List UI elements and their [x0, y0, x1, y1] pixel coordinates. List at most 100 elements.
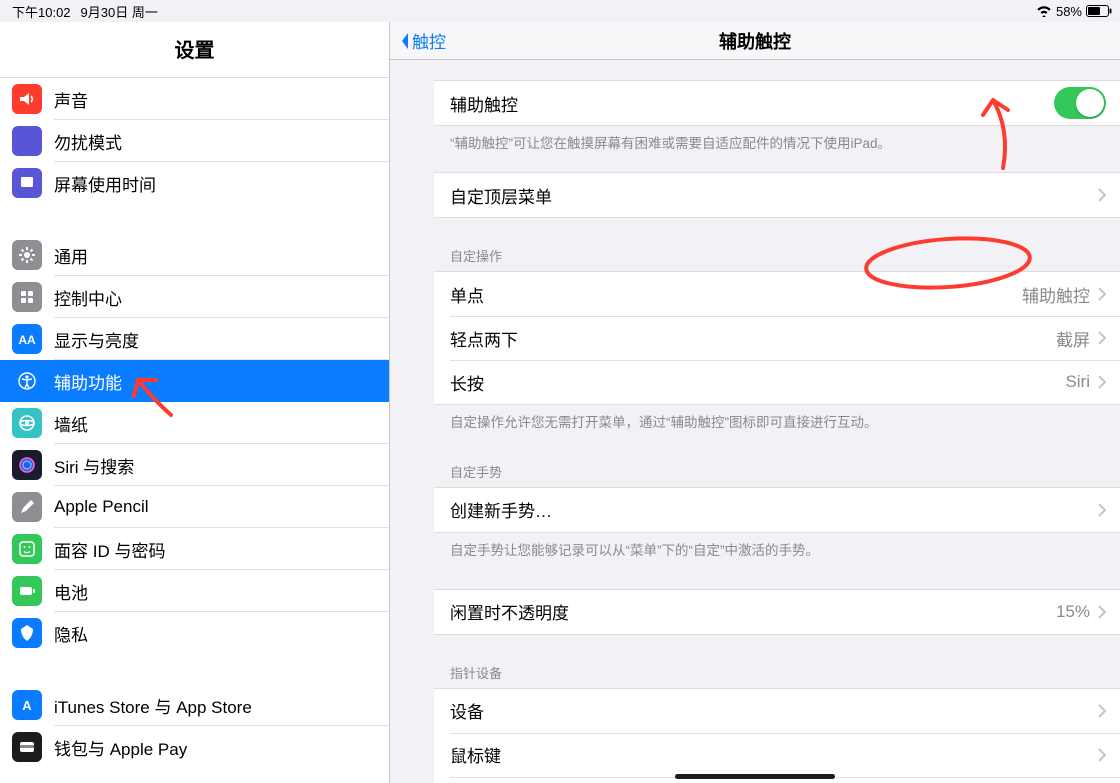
sidebar-item-label: 屏幕使用时间 — [54, 171, 389, 196]
sidebar-list[interactable]: 声音勿扰模式屏幕使用时间通用控制中心 AA 显示与亮度辅助功能墙纸 Siri 与搜索 A… — [0, 78, 389, 768]
sidebar-item-sound[interactable]: 声音 — [0, 78, 389, 120]
battery-icon — [1086, 5, 1112, 17]
detail-content[interactable]: 辅助触控 “辅助触控”可让您在触摸屏幕有困难或需要自适应配件的情况下使用iPad。… — [390, 60, 1120, 783]
dnd-icon — [12, 126, 42, 156]
sidebar-item-general[interactable]: 通用 — [0, 234, 389, 276]
sidebar-item-label: 墙纸 — [54, 411, 389, 436]
sidebar-item-label: 显示与亮度 — [54, 327, 389, 352]
home-indicator — [675, 774, 835, 779]
privacy-icon — [12, 618, 42, 648]
detail-title: 辅助触控 — [719, 28, 791, 54]
cell-闲置时不透明度[interactable]: 闲置时不透明度15% — [434, 590, 1120, 634]
back-label: 触控 — [412, 28, 446, 53]
settings-sidebar: 设置 声音勿扰模式屏幕使用时间通用控制中心 AA 显示与亮度辅助功能墙纸 Siri 与… — [0, 22, 390, 783]
sidebar-item-label: 钱包与 Apple Pay — [54, 735, 389, 760]
chevron-right-icon — [1098, 605, 1106, 619]
sidebar-item-label: 通用 — [54, 243, 389, 268]
sidebar-item-label: 声音 — [54, 87, 389, 112]
sidebar-item-dnd[interactable]: 勿扰模式 — [0, 120, 389, 162]
back-button[interactable]: 触控 — [396, 28, 446, 53]
cell-label: 单点 — [450, 282, 1022, 307]
cell-长按[interactable]: 长按Siri — [434, 360, 1120, 404]
chevron-right-icon — [1098, 331, 1106, 345]
sidebar-item-label: 控制中心 — [54, 285, 389, 310]
cell-设备[interactable]: 设备 — [434, 689, 1120, 733]
cell-label: 闲置时不透明度 — [450, 599, 1056, 624]
sound-icon — [12, 84, 42, 114]
cell-label: 长按 — [450, 370, 1065, 395]
sidebar-item-battery[interactable]: 电池 — [0, 570, 389, 612]
itunes-icon: A — [12, 690, 42, 720]
cell-label: 创建新手势… — [450, 497, 1090, 522]
toggle-switch[interactable] — [1054, 87, 1106, 119]
status-battery-label: 58% — [1056, 4, 1082, 19]
chevron-right-icon — [1098, 188, 1106, 202]
sidebar-item-control-center[interactable]: 控制中心 — [0, 276, 389, 318]
sidebar-item-faceid[interactable]: 面容 ID 与密码 — [0, 528, 389, 570]
general-icon — [12, 240, 42, 270]
cell-创建新手势…[interactable]: 创建新手势… — [434, 488, 1120, 532]
sidebar-item-itunes[interactable]: AiTunes Store 与 App Store — [0, 684, 389, 726]
chevron-right-icon — [1098, 375, 1106, 389]
sidebar-item-screen-time[interactable]: 屏幕使用时间 — [0, 162, 389, 204]
section-header: 指针设备 — [390, 663, 1120, 688]
sidebar-item-accessibility[interactable]: 辅助功能 — [0, 360, 389, 402]
wallet-icon — [12, 732, 42, 762]
cell-label: 轻点两下 — [450, 326, 1056, 351]
cell-value: 截屏 — [1056, 326, 1090, 351]
sidebar-item-pencil[interactable]: Apple Pencil — [0, 486, 389, 528]
section-header: 自定手势 — [390, 462, 1120, 487]
chevron-right-icon — [1098, 704, 1106, 718]
sidebar-item-label: 辅助功能 — [54, 369, 389, 394]
section-header: 自定操作 — [390, 246, 1120, 271]
sidebar-item-label: 面容 ID 与密码 — [54, 537, 389, 562]
wifi-icon — [1036, 5, 1052, 17]
detail-pane: 触控 辅助触控 辅助触控 “辅助触控”可让您在触摸屏幕有困难或需要自适应配件的情况… — [390, 22, 1120, 783]
accessibility-icon — [12, 366, 42, 396]
wallpaper-icon — [12, 408, 42, 438]
display-icon: AA — [12, 324, 42, 354]
cell-label: 辅助触控 — [450, 91, 1054, 116]
status-bar: 下午10:02 9月30日 周一 58% — [0, 0, 1120, 22]
sidebar-item-label: Siri 与搜索 — [54, 453, 389, 478]
section-note: 自定手势让您能够记录可以从“菜单”下的“自定”中激活的手势。 — [390, 533, 1120, 561]
cell-鼠标键[interactable]: 鼠标键 — [434, 733, 1120, 777]
sidebar-item-wallet[interactable]: 钱包与 Apple Pay — [0, 726, 389, 768]
sidebar-item-privacy[interactable]: 隐私 — [0, 612, 389, 654]
svg-text:AA: AA — [18, 333, 36, 347]
cell-label: 鼠标键 — [450, 742, 1090, 767]
pencil-icon — [12, 492, 42, 522]
chevron-right-icon — [1098, 748, 1106, 762]
svg-text:A: A — [22, 698, 32, 713]
sidebar-item-label: 隐私 — [54, 621, 389, 646]
cell-辅助触控[interactable]: 辅助触控 — [434, 81, 1120, 125]
faceid-icon — [12, 534, 42, 564]
detail-navbar: 触控 辅助触控 — [390, 22, 1120, 60]
cell-label: 设备 — [450, 698, 1090, 723]
sidebar-item-label: 电池 — [54, 579, 389, 604]
sidebar-item-label: 勿扰模式 — [54, 129, 389, 154]
sidebar-item-siri[interactable]: Siri 与搜索 — [0, 444, 389, 486]
sidebar-title: 设置 — [0, 22, 389, 78]
status-date: 9月30日 周一 — [81, 2, 158, 21]
sidebar-item-display[interactable]: AA 显示与亮度 — [0, 318, 389, 360]
section-note: 自定操作允许您无需打开菜单，通过“辅助触控”图标即可直接进行互动。 — [390, 405, 1120, 433]
sidebar-item-label: iTunes Store 与 App Store — [54, 693, 389, 718]
control-center-icon — [12, 282, 42, 312]
sidebar-item-label: Apple Pencil — [54, 497, 389, 517]
cell-单点[interactable]: 单点辅助触控 — [434, 272, 1120, 316]
cell-value: 辅助触控 — [1022, 282, 1090, 307]
cell-value: 15% — [1056, 602, 1090, 622]
battery-icon — [12, 576, 42, 606]
cell-轻点两下[interactable]: 轻点两下截屏 — [434, 316, 1120, 360]
status-time: 下午10:02 — [12, 2, 71, 21]
cell-label: 自定顶层菜单 — [450, 183, 1090, 208]
cell-自定顶层菜单[interactable]: 自定顶层菜单 — [434, 173, 1120, 217]
cell-value: Siri — [1065, 372, 1090, 392]
siri-icon — [12, 450, 42, 480]
sidebar-item-wallpaper[interactable]: 墙纸 — [0, 402, 389, 444]
app-body: 设置 声音勿扰模式屏幕使用时间通用控制中心 AA 显示与亮度辅助功能墙纸 Siri 与… — [0, 22, 1120, 783]
chevron-right-icon — [1098, 287, 1106, 301]
screen-time-icon — [12, 168, 42, 198]
section-note: “辅助触控”可让您在触摸屏幕有困难或需要自适应配件的情况下使用iPad。 — [390, 126, 1120, 154]
